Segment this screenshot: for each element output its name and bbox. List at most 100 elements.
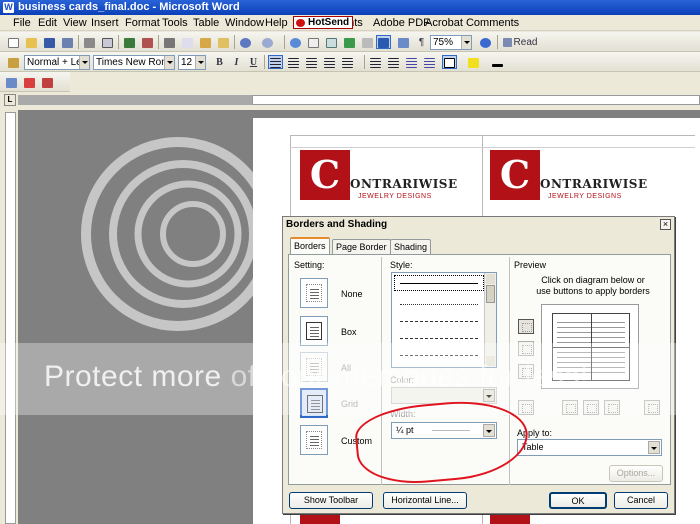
undo-icon[interactable] — [238, 35, 253, 49]
show-hide-icon[interactable]: ¶ — [414, 35, 429, 49]
align-right-icon[interactable] — [304, 55, 319, 69]
read-button[interactable]: Read — [500, 35, 540, 49]
setting-custom-button[interactable] — [300, 425, 328, 455]
style-option-dashed-small[interactable] — [400, 321, 478, 322]
inside-vertical-border-button[interactable] — [583, 400, 599, 415]
left-border-button[interactable] — [562, 400, 578, 415]
insert-excel-icon[interactable] — [342, 35, 357, 49]
style-option-dash-dot[interactable] — [400, 355, 478, 356]
dialog-close-icon[interactable]: × — [660, 219, 671, 230]
setting-none-button[interactable] — [300, 278, 328, 308]
decrease-indent-icon[interactable] — [404, 55, 419, 69]
horizontal-line-button[interactable]: Horizontal Line... — [383, 492, 467, 509]
menu-table[interactable]: Table — [193, 15, 219, 31]
underline-button[interactable]: U — [246, 55, 261, 69]
print-preview-icon[interactable] — [100, 35, 115, 49]
bottom-border-button[interactable] — [518, 364, 534, 379]
outside-border-icon[interactable] — [442, 55, 457, 69]
options-button[interactable]: Options... — [609, 465, 663, 482]
new-document-icon[interactable] — [6, 35, 21, 49]
copy-icon[interactable] — [180, 35, 195, 49]
print-icon[interactable] — [82, 35, 97, 49]
toolbar-icon-c[interactable] — [40, 75, 55, 89]
window-title-bar[interactable]: W business cards_final.doc - Microsoft W… — [0, 0, 700, 15]
menu-tools[interactable]: Tools — [162, 15, 188, 31]
numbering-icon[interactable] — [368, 55, 383, 69]
menu-acrobat-comments[interactable]: Acrobat Comments — [425, 15, 519, 31]
styles-formatting-icon[interactable] — [6, 55, 21, 69]
permission-icon[interactable] — [60, 35, 75, 49]
hyperlink-icon[interactable] — [288, 35, 303, 49]
tables-borders-icon[interactable] — [306, 35, 321, 49]
save-icon[interactable] — [42, 35, 57, 49]
setting-none-label[interactable]: None — [341, 289, 363, 299]
menu-adobe-pdf[interactable]: Adobe PDF — [373, 15, 430, 31]
menu-format[interactable]: Format — [125, 15, 160, 31]
style-option-dotted[interactable] — [400, 304, 478, 305]
font-combo[interactable]: Times New Roman — [93, 55, 175, 70]
spelling-icon[interactable] — [122, 35, 137, 49]
drawing-icon[interactable] — [376, 35, 391, 49]
border-preview[interactable] — [541, 304, 639, 389]
zoom-combo[interactable]: 75% — [430, 35, 472, 50]
line-spacing-icon[interactable] — [340, 55, 355, 69]
apply-to-select[interactable]: Table — [517, 439, 662, 456]
paste-icon[interactable] — [198, 35, 213, 49]
tab-shading[interactable]: Shading — [390, 239, 432, 254]
font-size-dropdown-arrow[interactable] — [195, 56, 205, 69]
help-icon[interactable] — [478, 35, 493, 49]
style-list-scrollbar[interactable] — [484, 273, 496, 367]
font-size-combo[interactable]: 12 — [178, 55, 206, 70]
toolbar-icon-a[interactable] — [4, 75, 19, 89]
highlight-icon[interactable] — [466, 55, 481, 69]
width-select[interactable]: ¼ pt — [391, 422, 497, 439]
bold-button[interactable]: B — [212, 55, 227, 69]
setting-box-label[interactable]: Box — [341, 327, 357, 337]
justify-icon[interactable] — [322, 55, 337, 69]
style-option-dashed[interactable] — [400, 338, 478, 339]
tab-page-border[interactable]: Page Border — [332, 239, 391, 254]
color-dropdown-arrow[interactable] — [483, 389, 495, 402]
hotsend-button[interactable]: HotSend — [293, 16, 354, 29]
cancel-button[interactable]: Cancel — [614, 492, 668, 509]
color-select[interactable] — [391, 387, 497, 404]
horizontal-ruler[interactable] — [252, 95, 700, 105]
cut-icon[interactable] — [162, 35, 177, 49]
tab-borders[interactable]: Borders — [290, 237, 330, 255]
setting-custom-label[interactable]: Custom — [341, 436, 372, 446]
style-dropdown-arrow[interactable] — [79, 56, 89, 69]
menu-insert[interactable]: Insert — [91, 15, 119, 31]
tab-selector[interactable]: L — [4, 94, 16, 106]
redo-icon[interactable] — [260, 35, 275, 49]
menu-edit[interactable]: Edit — [38, 15, 57, 31]
align-left-icon[interactable] — [268, 55, 283, 69]
setting-grid-label[interactable]: Grid — [341, 399, 358, 409]
menu-window[interactable]: Window — [225, 15, 264, 31]
research-icon[interactable] — [140, 35, 155, 49]
ok-button[interactable]: OK — [549, 492, 607, 509]
columns-icon[interactable] — [360, 35, 375, 49]
right-border-button[interactable] — [604, 400, 620, 415]
vertical-ruler[interactable] — [5, 112, 16, 524]
menu-view[interactable]: View — [63, 15, 87, 31]
diagonal-up-border-button[interactable] — [518, 400, 534, 415]
diagonal-down-border-button[interactable] — [644, 400, 660, 415]
format-painter-icon[interactable] — [216, 35, 231, 49]
menu-help[interactable]: Help — [265, 15, 288, 31]
insert-table-icon[interactable] — [324, 35, 339, 49]
document-map-icon[interactable] — [396, 35, 411, 49]
top-border-button[interactable] — [518, 319, 534, 334]
apply-to-dropdown-arrow[interactable] — [648, 441, 660, 454]
setting-grid-button[interactable] — [300, 388, 328, 418]
menu-file[interactable]: File — [13, 15, 31, 31]
setting-all-button[interactable] — [300, 352, 328, 382]
style-option-solid[interactable] — [394, 275, 484, 291]
setting-all-label[interactable]: All — [341, 363, 351, 373]
italic-button[interactable]: I — [229, 55, 244, 69]
toolbar-icon-b[interactable] — [22, 75, 37, 89]
zoom-dropdown-arrow[interactable] — [461, 36, 471, 49]
font-dropdown-arrow[interactable] — [164, 56, 174, 69]
open-folder-icon[interactable] — [24, 35, 39, 49]
increase-indent-icon[interactable] — [422, 55, 437, 69]
bullets-icon[interactable] — [386, 55, 401, 69]
